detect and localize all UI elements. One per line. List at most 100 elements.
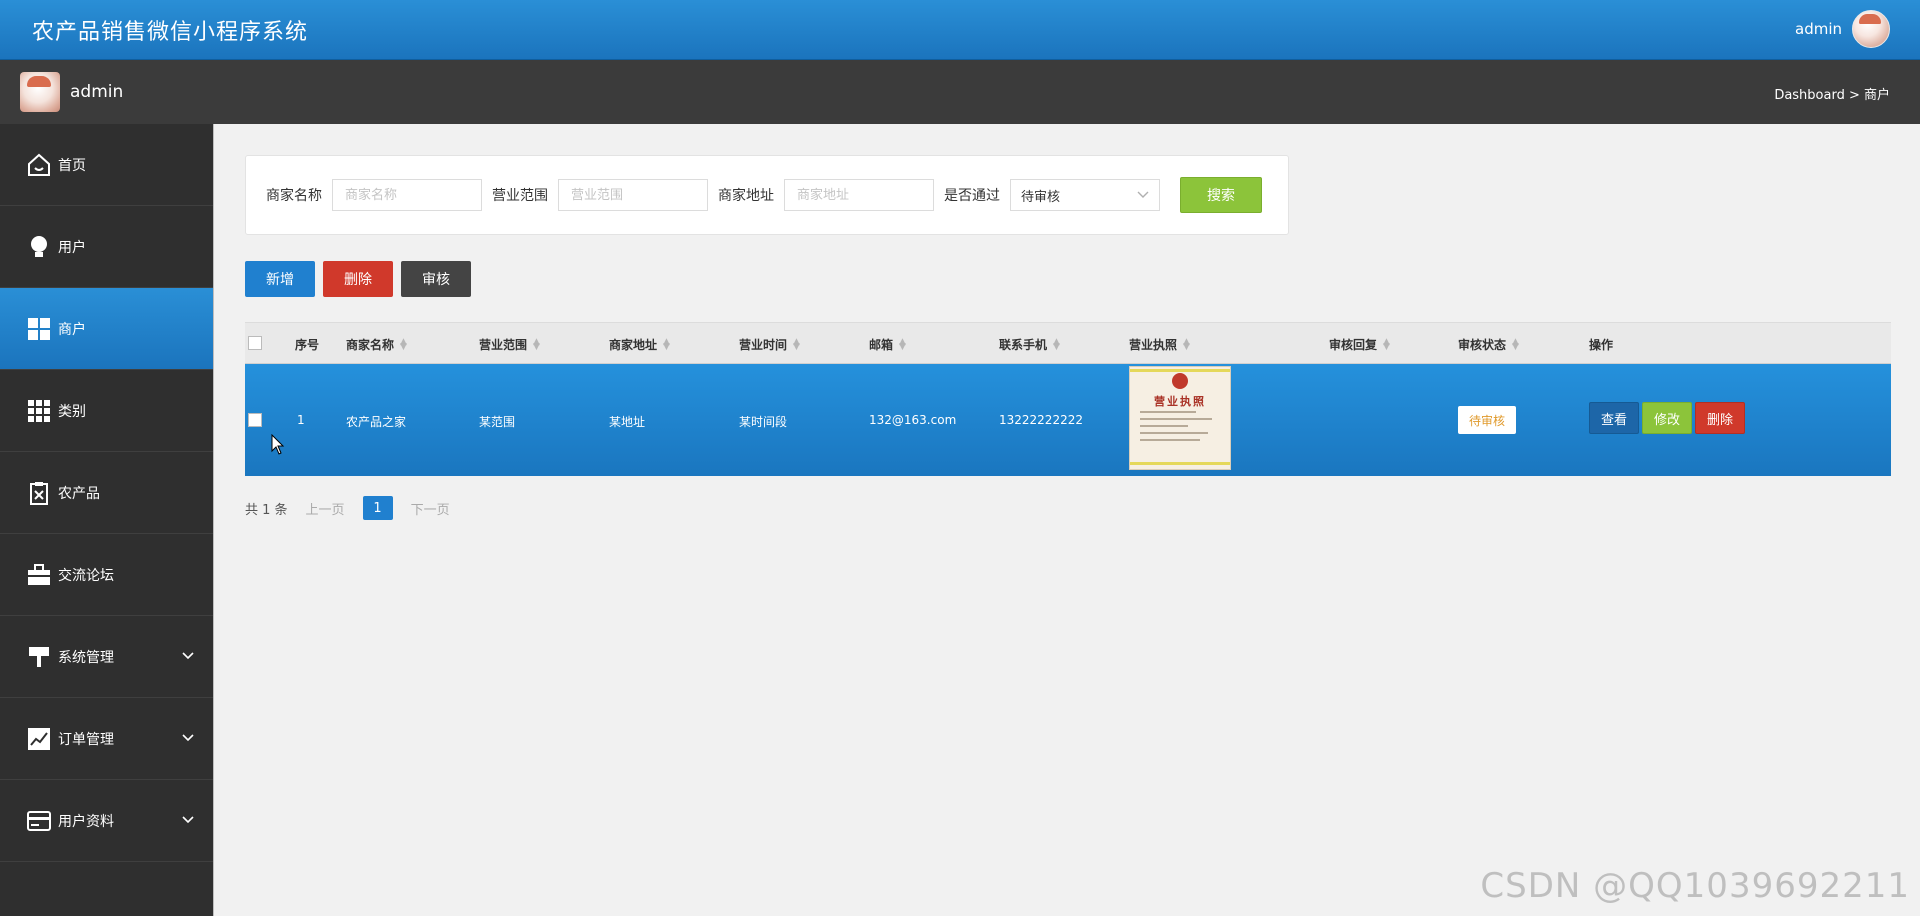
col-ops: 操作 [1589, 338, 1614, 352]
sidebar-item-merchants[interactable]: 商户 [0, 288, 214, 370]
sort-icon: ▲ ▼ [1383, 336, 1390, 352]
license-title: 营业执照 [1154, 395, 1206, 408]
sort-icon: ▲ ▼ [793, 336, 800, 352]
add-button[interactable]: 新增 [245, 261, 315, 297]
breadcrumb: Dashboard > 商户 [1774, 88, 1890, 103]
watermark: CSDN @QQ1039692211 [1480, 866, 1910, 906]
cell-scope: 某范围 [479, 415, 516, 429]
delete-button[interactable]: 删除 [323, 261, 393, 297]
search-button[interactable]: 搜索 [1180, 177, 1262, 213]
license-stripe [1130, 369, 1230, 372]
col-license[interactable]: 营业执照 ▲ ▼ [1129, 336, 1190, 353]
approved-label: 是否通过 [944, 188, 1000, 204]
address-label: 商家地址 [718, 188, 774, 204]
paint-roller-icon [24, 642, 54, 672]
col-name[interactable]: 商家名称 ▲ ▼ [346, 336, 407, 353]
top-user-menu[interactable]: admin [1795, 10, 1890, 48]
col-email[interactable]: 邮箱 ▲ ▼ [869, 336, 906, 353]
sort-icon: ▲ ▼ [400, 336, 407, 352]
clipboard-icon [24, 478, 54, 508]
sidebar-item-label: 类别 [58, 403, 86, 420]
sidebar-item-label: 农产品 [58, 485, 100, 502]
cell-hours: 某时间段 [739, 415, 788, 429]
select-all-checkbox[interactable] [248, 336, 262, 350]
app-title: 农产品销售微信小程序系统 [32, 20, 309, 45]
table-header: 序号 商家名称 ▲ ▼ 营业范围 ▲ ▼ 商家地址 ▲ ▼ 营业时间 ▲ ▼ 邮箱 ▲ ▼ 联系手机… [245, 322, 1891, 364]
sidebar-item-label: 订单管理 [58, 731, 114, 748]
col-status[interactable]: 审核状态 ▲ ▼ [1458, 336, 1519, 353]
approved-select[interactable]: 待审核 [1010, 179, 1160, 211]
cell-phone: 13222222222 [999, 413, 1083, 427]
sort-icon: ▲ ▼ [663, 336, 670, 352]
scope-label: 营业范围 [492, 188, 548, 204]
sidebar-item-label: 交流论坛 [58, 567, 114, 584]
sidebar-item-home[interactable]: 首页 [0, 124, 214, 206]
grid-icon [24, 314, 54, 344]
cell-name: 农产品之家 [346, 415, 407, 429]
business-scope-input[interactable] [558, 179, 708, 211]
sidebar-item-label: 用户资料 [58, 813, 114, 830]
col-address[interactable]: 商家地址 ▲ ▼ [609, 336, 670, 353]
top-username: admin [1795, 20, 1842, 38]
pagination: 共 1 条 上一页 1 下一页 [245, 496, 450, 520]
top-header: 农产品销售微信小程序系统 admin [0, 0, 1920, 60]
sidebar-item-label: 系统管理 [58, 649, 114, 666]
approved-select-value: 待审核 [1021, 189, 1061, 205]
table-row[interactable]: 1 农产品之家 某范围 某地址 某时间段 132@163.com 1322222… [245, 364, 1891, 476]
sidebar-item-label: 商户 [58, 321, 86, 338]
sort-icon: ▲ ▼ [1183, 336, 1190, 352]
sidebar-item-users[interactable]: 用户 [0, 206, 214, 288]
sidebar-username: admin [70, 82, 124, 102]
sidebar-user: admin [20, 72, 123, 112]
merchant-table: 序号 商家名称 ▲ ▼ 营业范围 ▲ ▼ 商家地址 ▲ ▼ 营业时间 ▲ ▼ 邮箱 ▲ ▼ 联系手机… [245, 322, 1891, 476]
chevron-down-icon [182, 648, 194, 664]
cell-index: 1 [297, 413, 305, 427]
action-bar: 新增 删除 审核 [245, 261, 471, 297]
chevron-down-icon [182, 812, 194, 828]
card-icon [24, 806, 54, 836]
prev-page[interactable]: 上一页 [306, 499, 345, 518]
col-phone[interactable]: 联系手机 ▲ ▼ [999, 336, 1060, 353]
view-button[interactable]: 查看 [1589, 402, 1639, 434]
row-checkbox[interactable] [248, 413, 262, 427]
license-lines [1140, 411, 1220, 446]
sort-icon: ▲ ▼ [899, 336, 906, 352]
col-reply[interactable]: 审核回复 ▲ ▼ [1329, 336, 1390, 353]
page-1[interactable]: 1 [362, 496, 393, 520]
col-scope[interactable]: 营业范围 ▲ ▼ [479, 336, 540, 353]
sidebar-item-categories[interactable]: 类别 [0, 370, 214, 452]
license-image[interactable]: 营业执照 [1129, 366, 1231, 470]
sidebar-divider [213, 124, 214, 916]
col-index: 序号 [295, 338, 320, 352]
sidebar-item-profile[interactable]: 用户资料 [0, 780, 214, 862]
status-badge: 待审核 [1458, 406, 1516, 434]
chevron-down-icon [1137, 188, 1149, 203]
name-label: 商家名称 [266, 188, 322, 204]
col-hours[interactable]: 营业时间 ▲ ▼ [739, 336, 800, 353]
license-stripe [1130, 462, 1230, 465]
row-delete-button[interactable]: 删除 [1695, 402, 1745, 434]
sidebar-item-system[interactable]: 系统管理 [0, 616, 214, 698]
sidebar-item-forum[interactable]: 交流论坛 [0, 534, 214, 616]
home-icon [24, 150, 54, 180]
total-count: 共 1 条 [245, 502, 288, 518]
sub-header: admin Dashboard > 商户 [0, 60, 1920, 124]
sidebar-item-products[interactable]: 农产品 [0, 452, 214, 534]
merchant-address-input[interactable] [784, 179, 934, 211]
merchant-name-input[interactable] [332, 179, 482, 211]
sidebar-item-label: 首页 [58, 157, 86, 174]
user-avatar [20, 72, 60, 112]
apps-icon [24, 396, 54, 426]
review-button[interactable]: 审核 [401, 261, 471, 297]
sidebar-item-label: 用户 [58, 239, 86, 256]
cell-email: 132@163.com [869, 413, 957, 427]
edit-button[interactable]: 修改 [1642, 402, 1692, 434]
sort-icon: ▲ ▼ [1053, 336, 1060, 352]
chevron-down-icon [182, 730, 194, 746]
emblem-icon [1172, 373, 1188, 389]
bulb-icon [24, 232, 54, 262]
avatar[interactable] [1852, 10, 1890, 48]
sidebar-item-orders[interactable]: 订单管理 [0, 698, 214, 780]
next-page[interactable]: 下一页 [411, 499, 450, 518]
sort-icon: ▲ ▼ [1512, 336, 1519, 352]
